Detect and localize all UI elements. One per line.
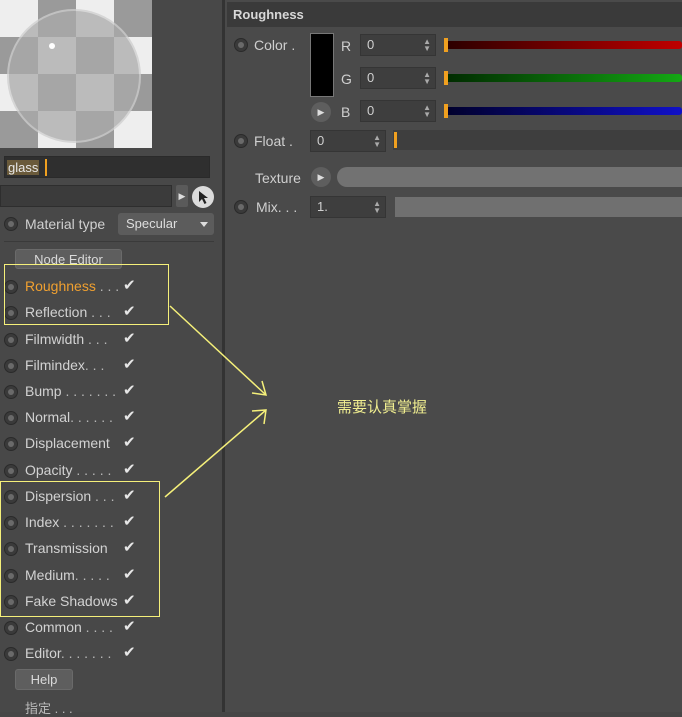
spin-icon[interactable]: ▲ ▼ bbox=[423, 104, 431, 119]
g-label: G bbox=[341, 71, 352, 87]
arrow-right-icon[interactable]: ▶ bbox=[311, 102, 331, 122]
radio-icon[interactable] bbox=[234, 38, 248, 52]
section-title: Roughness bbox=[233, 7, 304, 22]
texture-label: Texture bbox=[255, 170, 301, 186]
checkmark-icon[interactable]: ✔ bbox=[123, 329, 136, 347]
checkmark-icon[interactable]: ✔ bbox=[123, 407, 136, 425]
radio-icon[interactable] bbox=[4, 385, 18, 399]
r-value: 0 bbox=[367, 37, 375, 52]
channel-label: Filmindex. . . bbox=[25, 357, 105, 373]
arrow-right-icon[interactable]: ▶ bbox=[176, 185, 188, 207]
radio-icon[interactable] bbox=[4, 411, 18, 425]
channel-label: Editor. . . . . . . bbox=[25, 645, 112, 661]
material-type-value: Specular bbox=[126, 216, 178, 231]
checkmark-icon[interactable]: ✔ bbox=[123, 381, 136, 399]
channel-opacity[interactable]: Opacity . . . . . ✔ bbox=[4, 459, 154, 481]
channel-bump[interactable]: Bump . . . . . . . ✔ bbox=[4, 380, 154, 402]
r-label: R bbox=[341, 38, 352, 54]
slider-knob[interactable] bbox=[444, 104, 448, 118]
highlight-box-top bbox=[4, 264, 169, 325]
b-slider[interactable] bbox=[444, 104, 682, 118]
radio-icon[interactable] bbox=[234, 200, 248, 214]
g-slider[interactable] bbox=[444, 71, 682, 85]
checkmark-icon[interactable]: ✔ bbox=[123, 617, 136, 635]
highlight-box-bottom bbox=[0, 481, 160, 617]
channel-filmindex[interactable]: Filmindex. . . ✔ bbox=[4, 354, 154, 376]
mix-slider[interactable] bbox=[395, 197, 682, 217]
picker-icon[interactable] bbox=[192, 186, 214, 208]
float-slider[interactable] bbox=[393, 130, 682, 150]
mix-label: Mix. . . bbox=[256, 199, 298, 215]
radio-icon[interactable] bbox=[4, 217, 18, 231]
channel-editor[interactable]: Editor. . . . . . . ✔ bbox=[4, 642, 154, 664]
color-label: Color . bbox=[254, 37, 296, 53]
channel-normal[interactable]: Normal. . . . . . ✔ bbox=[4, 406, 154, 428]
b-value: 0 bbox=[367, 103, 375, 118]
float-value: 0 bbox=[317, 133, 325, 148]
float-label: Float . bbox=[254, 133, 293, 149]
channel-label: Filmwidth . . . bbox=[25, 331, 108, 347]
radio-icon[interactable] bbox=[4, 464, 18, 478]
spin-icon[interactable]: ▲ ▼ bbox=[373, 200, 381, 215]
channel-label: Bump . . . . . . . bbox=[25, 383, 117, 399]
text-caret bbox=[45, 159, 47, 176]
material-preview[interactable] bbox=[0, 0, 152, 148]
help-button[interactable]: Help bbox=[15, 669, 73, 690]
channel-displacement[interactable]: Displacement ✔ bbox=[4, 432, 154, 454]
g-value: 0 bbox=[367, 70, 375, 85]
float-value-field[interactable]: 0 ▲ ▼ bbox=[310, 130, 386, 152]
channel-label: Displacement bbox=[25, 435, 110, 451]
radio-icon[interactable] bbox=[4, 437, 18, 451]
channel-label: Normal. . . . . . bbox=[25, 409, 113, 425]
spin-icon[interactable]: ▲ ▼ bbox=[423, 71, 431, 86]
mix-value-field[interactable]: 1. ▲ ▼ bbox=[310, 196, 386, 218]
divider bbox=[4, 241, 214, 242]
checkmark-icon[interactable]: ✔ bbox=[123, 433, 136, 451]
checkmark-icon[interactable]: ✔ bbox=[123, 460, 136, 478]
channel-label: Opacity . . . . . bbox=[25, 462, 112, 478]
color-swatch[interactable] bbox=[310, 33, 334, 97]
checkmark-icon[interactable]: ✔ bbox=[123, 643, 136, 661]
chevron-down-icon bbox=[200, 222, 208, 227]
material-type-label: Material type bbox=[25, 216, 106, 232]
attributes-panel: Roughness Color . R 0 ▲ ▼ G 0 ▲ ▼ ▶ B 0 ▲ ▼… bbox=[225, 0, 682, 712]
mix-value: 1. bbox=[317, 199, 328, 214]
channel-filmwidth[interactable]: Filmwidth . . . ✔ bbox=[4, 328, 154, 350]
spin-icon[interactable]: ▲ ▼ bbox=[423, 38, 431, 53]
assign-label[interactable]: 指定 . . . bbox=[25, 698, 73, 717]
radio-icon[interactable] bbox=[234, 134, 248, 148]
radio-icon[interactable] bbox=[4, 359, 18, 373]
section-header[interactable]: Roughness bbox=[227, 2, 682, 27]
b-value-field[interactable]: 0 ▲ ▼ bbox=[360, 100, 436, 122]
spin-icon[interactable]: ▲ ▼ bbox=[373, 134, 381, 149]
material-link-field[interactable] bbox=[0, 185, 172, 207]
annotation-text: 需要认真掌握 bbox=[337, 399, 428, 416]
arrow-right-icon[interactable]: ▶ bbox=[311, 167, 331, 187]
channel-label: Common . . . . bbox=[25, 619, 113, 635]
g-value-field[interactable]: 0 ▲ ▼ bbox=[360, 67, 436, 89]
radio-icon[interactable] bbox=[4, 621, 18, 635]
radio-icon[interactable] bbox=[4, 333, 18, 347]
r-value-field[interactable]: 0 ▲ ▼ bbox=[360, 34, 436, 56]
material-name-field[interactable]: glass bbox=[4, 156, 210, 178]
radio-icon[interactable] bbox=[4, 647, 18, 661]
b-label: B bbox=[341, 104, 351, 120]
r-slider[interactable] bbox=[444, 38, 682, 52]
material-type-row: Material type Specular bbox=[4, 212, 216, 236]
texture-slot[interactable] bbox=[337, 167, 682, 187]
material-type-select[interactable]: Specular bbox=[118, 213, 214, 235]
material-name-text: glass bbox=[7, 160, 40, 175]
channel-common[interactable]: Common . . . . ✔ bbox=[4, 616, 154, 638]
checkmark-icon[interactable]: ✔ bbox=[123, 355, 136, 373]
slider-knob[interactable] bbox=[444, 71, 448, 85]
slider-knob[interactable] bbox=[394, 132, 397, 148]
slider-knob[interactable] bbox=[444, 38, 448, 52]
